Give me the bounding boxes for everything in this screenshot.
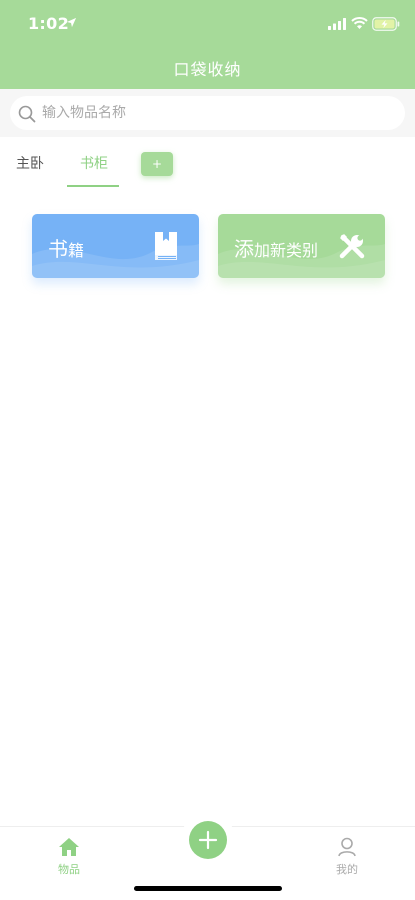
card-label-books: 书籍 bbox=[48, 237, 85, 261]
add-tab-button[interactable]: + bbox=[141, 152, 173, 176]
app-header: 1:02 口袋收纳 bbox=[0, 0, 415, 89]
add-item-button[interactable] bbox=[189, 821, 227, 859]
book-icon bbox=[155, 232, 177, 260]
search-bar bbox=[0, 89, 415, 137]
nav-items-tab[interactable]: 物品 bbox=[44, 837, 94, 881]
user-icon bbox=[338, 837, 356, 857]
status-time: 1:02 bbox=[28, 14, 69, 33]
tools-icon bbox=[339, 234, 365, 259]
search-box[interactable] bbox=[10, 96, 405, 130]
search-input[interactable] bbox=[42, 96, 392, 130]
card-label-add: 添加新类别 bbox=[234, 237, 319, 261]
category-card-books[interactable]: 书籍 bbox=[32, 214, 199, 278]
search-icon bbox=[18, 105, 36, 123]
wifi-icon bbox=[351, 17, 368, 29]
battery-charging-icon bbox=[372, 17, 400, 31]
cellular-signal-icon bbox=[328, 18, 346, 30]
nav-me-label: 我的 bbox=[336, 863, 358, 876]
status-bar: 1:02 bbox=[0, 0, 415, 48]
nav-me-tab[interactable]: 我的 bbox=[322, 837, 372, 881]
page-title: 口袋收纳 bbox=[173, 60, 242, 79]
nav-items-label: 物品 bbox=[58, 863, 80, 876]
location-arrow-icon bbox=[66, 17, 77, 28]
tab-bookcase[interactable]: 书柜 bbox=[80, 153, 108, 173]
room-tabs: 主卧 书柜 + bbox=[0, 137, 415, 187]
add-category-card[interactable]: 添加新类别 bbox=[218, 214, 385, 278]
tab-master-bedroom[interactable]: 主卧 bbox=[16, 153, 44, 173]
home-indicator bbox=[134, 886, 282, 891]
home-icon bbox=[59, 838, 79, 856]
active-tab-indicator bbox=[67, 185, 119, 187]
plus-icon bbox=[198, 830, 218, 850]
